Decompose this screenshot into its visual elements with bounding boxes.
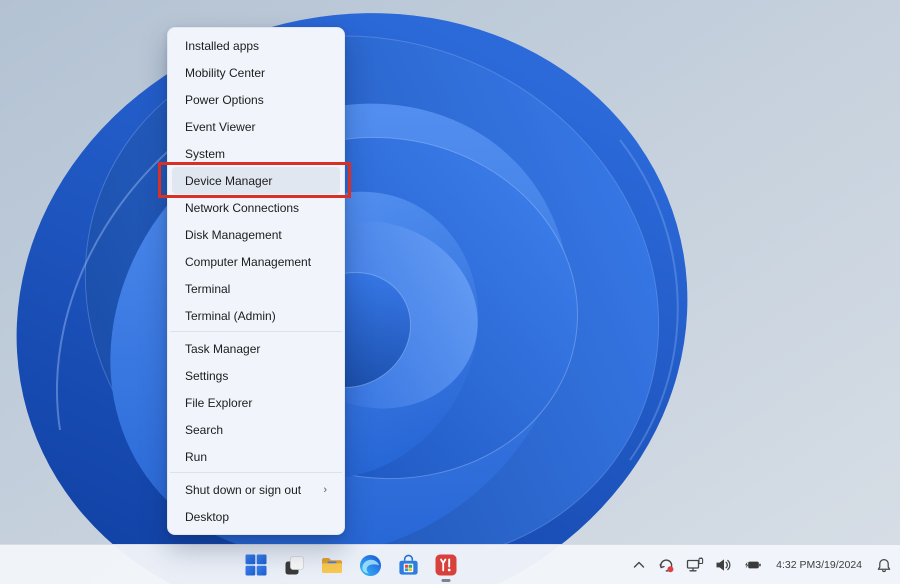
menu-item-settings[interactable]: Settings: [172, 362, 340, 389]
menu-item-event-viewer[interactable]: Event Viewer: [172, 113, 340, 140]
task-view-button[interactable]: [275, 545, 313, 584]
menu-item-computer-management[interactable]: Computer Management: [172, 248, 340, 275]
red-utility-app-icon: [435, 554, 457, 576]
menu-separator: [170, 331, 342, 332]
red-utility-app-button[interactable]: [427, 545, 465, 584]
menu-item-installed-apps[interactable]: Installed apps: [172, 32, 340, 59]
clock-time: 4:32 PM: [776, 559, 815, 572]
running-app-indicator: [442, 579, 451, 582]
taskbar-app-icons: [237, 545, 465, 584]
windows-logo-icon: [245, 554, 267, 576]
menu-item-task-manager[interactable]: Task Manager: [172, 335, 340, 362]
menu-item-desktop[interactable]: Desktop: [172, 503, 340, 530]
menu-separator: [170, 472, 342, 473]
menu-item-shut-down-or-sign-out[interactable]: Shut down or sign out ›: [172, 476, 340, 503]
clock-date: 3/19/2024: [815, 559, 862, 572]
menu-item-mobility-center[interactable]: Mobility Center: [172, 59, 340, 86]
menu-item-terminal[interactable]: Terminal: [172, 275, 340, 302]
menu-item-disk-management[interactable]: Disk Management: [172, 221, 340, 248]
show-hidden-icons-button[interactable]: [629, 551, 649, 579]
microsoft-store-icon: [397, 554, 420, 577]
taskbar: 4:32 PM 3/19/2024: [0, 544, 900, 584]
system-tray: 4:32 PM 3/19/2024: [629, 545, 894, 584]
file-explorer-button[interactable]: [313, 545, 351, 584]
menu-item-run[interactable]: Run: [172, 443, 340, 470]
menu-item-network-connections[interactable]: Network Connections: [172, 194, 340, 221]
taskbar-clock[interactable]: 4:32 PM 3/19/2024: [774, 551, 864, 579]
microsoft-store-button[interactable]: [389, 545, 427, 584]
menu-item-device-manager[interactable]: Device Manager: [172, 167, 340, 194]
submenu-chevron-icon: ›: [323, 484, 327, 496]
battery-tray-button[interactable]: [741, 551, 764, 579]
start-button[interactable]: [237, 545, 275, 584]
menu-item-search[interactable]: Search: [172, 416, 340, 443]
menu-item-power-options[interactable]: Power Options: [172, 86, 340, 113]
network-tray-button[interactable]: [684, 551, 706, 579]
battery-charging-icon: [743, 557, 762, 573]
update-status-tray-button[interactable]: [656, 551, 677, 579]
speaker-volume-icon: [715, 557, 732, 573]
menu-item-system[interactable]: System: [172, 140, 340, 167]
chevron-up-icon: [631, 557, 647, 573]
notification-bell-icon: [876, 557, 892, 574]
winx-context-menu: Installed apps Mobility Center Power Opt…: [167, 27, 345, 535]
menu-item-terminal-admin[interactable]: Terminal (Admin): [172, 302, 340, 329]
folder-icon: [320, 553, 344, 577]
desktop-wallpaper[interactable]: [0, 0, 900, 584]
ethernet-network-icon: [686, 557, 704, 574]
menu-item-file-explorer[interactable]: File Explorer: [172, 389, 340, 416]
notification-center-button[interactable]: [874, 551, 894, 579]
edge-button[interactable]: [351, 545, 389, 584]
update-pending-icon: [658, 557, 675, 574]
edge-browser-icon: [359, 554, 382, 577]
task-view-icon: [284, 555, 305, 576]
desktop: Installed apps Mobility Center Power Opt…: [0, 0, 900, 584]
volume-tray-button[interactable]: [713, 551, 734, 579]
